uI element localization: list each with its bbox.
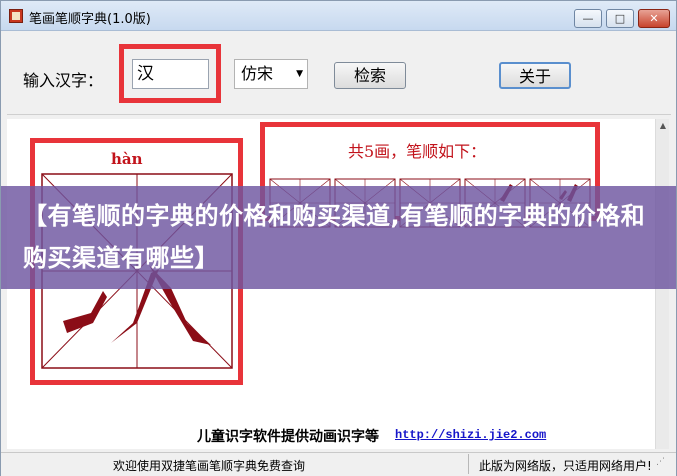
title-bar[interactable]: 笔画笔顺字典(1.0版) — □ ✕ bbox=[1, 1, 676, 31]
character-input[interactable]: 汉 bbox=[132, 59, 209, 89]
input-label: 输入汉字： bbox=[23, 71, 104, 90]
stroke-count-title: 共5画，笔顺如下： bbox=[348, 142, 487, 161]
close-button[interactable]: ✕ bbox=[638, 9, 670, 28]
font-select-value: 仿宋 bbox=[241, 64, 274, 83]
divider bbox=[7, 114, 671, 115]
promo-text: 儿童识字软件提供动画识字等 bbox=[197, 429, 379, 445]
website-link[interactable]: http://shizi.jie2.com bbox=[395, 428, 546, 442]
status-version-note: 此版为网络版，只适用网络用户! bbox=[479, 459, 652, 473]
app-window: 笔画笔顺字典(1.0版) — □ ✕ 输入汉字： 汉 仿宋 ▼ 检索 关于 ▲ … bbox=[0, 0, 677, 476]
maximize-button[interactable]: □ bbox=[606, 9, 634, 28]
banner-title: 【有笔顺的字典的价格和购买渠道,有笔顺的字典的价格和购买渠道有哪些】 bbox=[23, 202, 646, 272]
about-button[interactable]: 关于 bbox=[499, 62, 571, 89]
scroll-up-icon[interactable]: ▲ bbox=[656, 119, 670, 133]
font-select[interactable]: 仿宋 ▼ bbox=[234, 59, 308, 89]
pinyin-label: hàn bbox=[111, 150, 143, 168]
minimize-button[interactable]: — bbox=[574, 9, 602, 28]
resize-grip-icon[interactable]: ⋰ bbox=[656, 457, 670, 471]
window-title: 笔画笔顺字典(1.0版) bbox=[29, 12, 151, 27]
book-icon bbox=[9, 9, 23, 23]
search-button[interactable]: 检索 bbox=[334, 62, 406, 89]
chevron-down-icon: ▼ bbox=[296, 69, 303, 79]
status-divider bbox=[468, 454, 469, 474]
status-welcome: 欢迎使用双捷笔画笔顺字典免费查询 bbox=[113, 459, 306, 473]
